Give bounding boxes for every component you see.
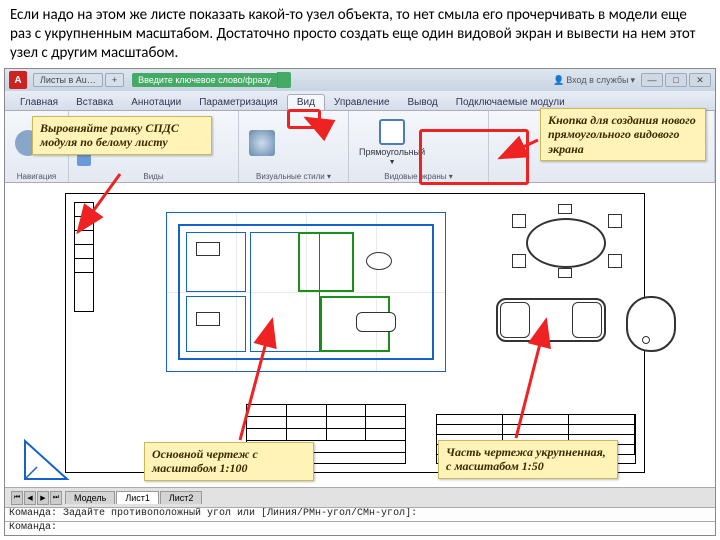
callout-align-frame: Выровняйте рамку СПДС модуля по белому л… — [32, 116, 212, 155]
layout-tab-1[interactable]: Лист1 — [116, 491, 159, 504]
viewport-detail[interactable] — [476, 208, 686, 378]
command-input[interactable]: Команда: — [5, 521, 715, 535]
model-tab[interactable]: Модель — [65, 491, 115, 504]
tab-home[interactable]: Главная — [11, 95, 67, 110]
tab-manage[interactable]: Управление — [325, 95, 399, 110]
tab-parametric[interactable]: Параметризация — [190, 95, 287, 110]
app-menu-button[interactable]: A — [9, 71, 27, 89]
tab-view[interactable]: Вид — [287, 94, 325, 110]
person-icon: 👤 — [553, 75, 564, 86]
layout-tabs: ⏮ ◀ ▶ ⏭ Модель Лист1 Лист2 — [5, 487, 715, 507]
maximize-button[interactable]: □ — [665, 73, 687, 87]
viewport-main[interactable] — [166, 212, 446, 372]
login-link[interactable]: 👤 Вход в службы ▾ — [553, 75, 635, 86]
visual-styles-button[interactable] — [245, 128, 279, 158]
tab-insert[interactable]: Вставка — [67, 95, 122, 110]
command-history: Команда: Задайте противоположный угол ил… — [5, 507, 715, 521]
search-go-button[interactable] — [277, 72, 291, 88]
chevron-down-icon: ▾ — [630, 75, 635, 86]
highlight-rect-viewport — [419, 129, 529, 185]
tab-scroll-prev[interactable]: ◀ — [24, 491, 36, 505]
paper-sheet — [65, 193, 645, 473]
doc-tab-plus[interactable]: + — [105, 73, 124, 87]
binding-stamp — [74, 202, 94, 312]
search-input[interactable]: Введите ключевое слово/фразу — [132, 73, 277, 87]
tab-output[interactable]: Вывод — [399, 95, 447, 110]
sphere-icon — [249, 130, 275, 156]
ucs-icon — [23, 437, 73, 481]
tab-annotate[interactable]: Аннотации — [122, 95, 190, 110]
tab-scroll-next[interactable]: ▶ — [37, 491, 49, 505]
tab-scroll-last[interactable]: ⏭ — [50, 491, 62, 505]
highlight-view-tab — [287, 109, 321, 129]
doc-tab[interactable]: Листы в Au… — [33, 73, 103, 87]
intro-text: Если надо на этом же листе показать како… — [0, 0, 720, 66]
titlebar: A Листы в Au… + Введите ключевое слово/ф… — [5, 69, 715, 91]
callout-viewport-button: Кнопка для создания нового прямоугольног… — [540, 108, 706, 161]
layout-tab-2[interactable]: Лист2 — [160, 491, 203, 504]
callout-detail-scale: Часть чертежа укрупненная, с масштабом 1… — [438, 440, 618, 479]
tab-scroll-first[interactable]: ⏮ — [11, 491, 23, 505]
minimize-button[interactable]: — — [641, 73, 663, 87]
chevron-down-icon: ▼ — [389, 159, 396, 166]
callout-main-scale: Основной чертеж с масштабом 1:100 — [144, 442, 314, 481]
close-button[interactable]: ✕ — [689, 73, 711, 87]
rectangle-icon — [379, 119, 405, 145]
